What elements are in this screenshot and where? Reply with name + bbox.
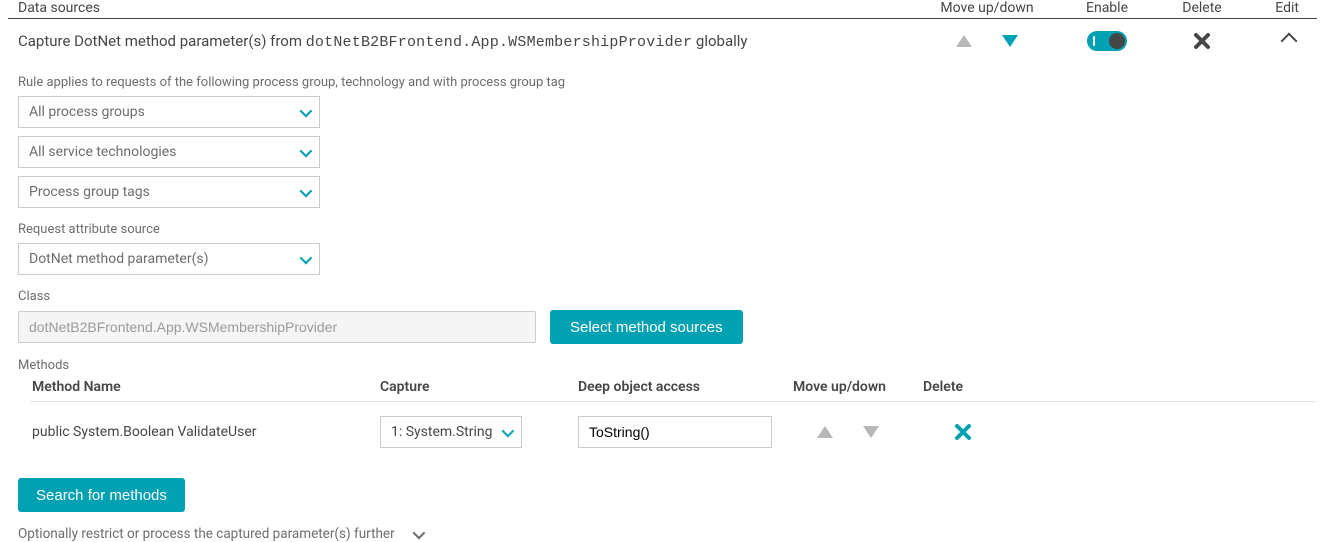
methods-label: Methods [18,358,1317,373]
technology-value: All service technologies [29,144,176,160]
method-name: public System.Boolean ValidateUser [30,424,380,440]
rule-scope-label: Rule applies to requests of the followin… [18,75,1317,90]
mh-deep: Deep object access [578,379,793,395]
search-methods-button[interactable]: Search for methods [18,478,185,512]
data-source-form: Rule applies to requests of the followin… [8,75,1317,542]
summary-suffix: globally [692,32,747,50]
class-input[interactable] [18,311,536,343]
chevron-down-icon [300,144,313,157]
mh-move: Move up/down [793,379,923,395]
mh-delete: Delete [923,379,1003,395]
delete-icon[interactable] [1193,32,1211,50]
method-move-up-icon[interactable] [817,426,833,438]
source-label: Request attribute source [18,222,1317,237]
chevron-down-icon [300,184,313,197]
capture-select[interactable]: 1: System.String [380,416,522,448]
summary-prefix: Capture DotNet method parameter(s) from [18,32,306,50]
col-edit: Edit [1247,0,1317,16]
deep-access-input[interactable] [578,416,772,448]
attribute-source-select[interactable]: DotNet method parameter(s) [18,243,320,275]
process-group-value: All process groups [29,104,145,120]
chevron-down-icon [300,251,313,264]
technology-select[interactable]: All service technologies [18,136,320,168]
summary-class: dotNetB2BFrontend.App.WSMembershipProvid… [306,34,692,51]
method-move-down-icon[interactable] [863,426,879,438]
expand-restrict-icon[interactable] [412,526,425,539]
chevron-down-icon [502,424,515,437]
capture-value: 1: System.String [391,424,493,440]
data-sources-header: Data sources Move up/down Enable Delete … [8,0,1317,19]
tags-value: Process group tags [29,184,150,200]
restrict-label: Optionally restrict or process the captu… [18,526,395,542]
collapse-icon[interactable] [1281,33,1298,50]
enable-toggle[interactable] [1087,31,1127,51]
class-label: Class [18,289,1317,304]
method-row: public System.Boolean ValidateUser 1: Sy… [30,402,1317,452]
process-group-select[interactable]: All process groups [18,96,320,128]
col-move: Move up/down [917,0,1057,16]
method-delete-icon[interactable] [954,423,972,441]
mh-name: Method Name [30,379,380,395]
data-sources-title: Data sources [8,0,917,16]
select-method-sources-button[interactable]: Select method sources [550,310,743,344]
data-source-summary-text: Capture DotNet method parameter(s) from … [18,32,917,51]
mh-capture: Capture [380,379,578,395]
attribute-source-value: DotNet method parameter(s) [29,251,208,267]
move-up-icon[interactable] [956,35,972,47]
col-delete: Delete [1157,0,1247,16]
process-group-tags-select[interactable]: Process group tags [18,176,320,208]
chevron-down-icon [300,104,313,117]
col-enable: Enable [1057,0,1157,16]
data-source-summary-row: Capture DotNet method parameter(s) from … [8,19,1317,63]
methods-header-row: Method Name Capture Deep object access M… [30,379,1317,402]
move-down-icon[interactable] [1002,35,1018,47]
